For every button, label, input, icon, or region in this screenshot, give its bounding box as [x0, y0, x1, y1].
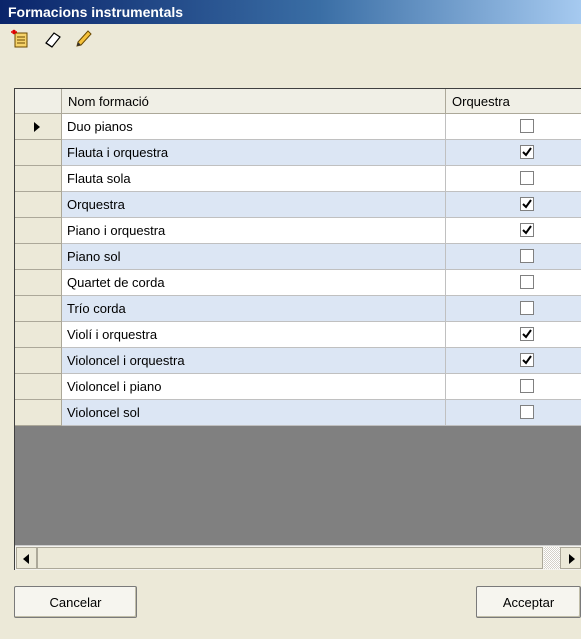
- cell-nom-formacio[interactable]: Quartet de corda: [62, 270, 446, 296]
- table-row[interactable]: Flauta sola: [15, 166, 581, 192]
- scroll-track[interactable]: [544, 547, 560, 569]
- check-icon: [522, 225, 532, 235]
- cell-nom-formacio[interactable]: Piano i orquestra: [62, 218, 446, 244]
- row-selector[interactable]: [15, 218, 62, 244]
- cell-nom-formacio[interactable]: Violoncel i piano: [62, 374, 446, 400]
- table-row[interactable]: Flauta i orquestra: [15, 140, 581, 166]
- window-title: Formacions instrumentals: [0, 0, 581, 24]
- cell-orquestra: [446, 400, 581, 426]
- row-selector[interactable]: [15, 270, 62, 296]
- cancel-button[interactable]: Cancelar: [14, 586, 137, 618]
- data-grid: Nom formació Orquestra Duo pianos Flauta …: [14, 88, 581, 570]
- row-selector[interactable]: [15, 140, 62, 166]
- cell-orquestra: [446, 348, 581, 374]
- scroll-thumb[interactable]: [37, 547, 543, 569]
- cell-nom-formacio[interactable]: Piano sol: [62, 244, 446, 270]
- cell-nom-formacio[interactable]: Violí i orquestra: [62, 322, 446, 348]
- row-selector[interactable]: [15, 114, 62, 140]
- current-row-indicator-icon: [34, 122, 40, 132]
- row-selector[interactable]: [15, 192, 62, 218]
- cell-orquestra: [446, 322, 581, 348]
- row-selector[interactable]: [15, 244, 62, 270]
- table-row[interactable]: Violoncel sol: [15, 400, 581, 426]
- row-selector[interactable]: [15, 166, 62, 192]
- table-row[interactable]: Violí i orquestra: [15, 322, 581, 348]
- orquestra-checkbox[interactable]: [520, 275, 534, 289]
- grid-header: Nom formació Orquestra: [15, 89, 581, 114]
- eraser-icon[interactable]: [42, 28, 64, 50]
- table-row[interactable]: Duo pianos: [15, 114, 581, 140]
- column-header-nom[interactable]: Nom formació: [62, 89, 446, 114]
- orquestra-checkbox[interactable]: [520, 223, 534, 237]
- table-row[interactable]: Violoncel i orquestra: [15, 348, 581, 374]
- scroll-left-button[interactable]: [16, 547, 37, 569]
- cell-orquestra: [446, 140, 581, 166]
- scroll-right-button[interactable]: [560, 547, 581, 569]
- new-record-icon[interactable]: [10, 28, 32, 50]
- table-row[interactable]: Orquestra: [15, 192, 581, 218]
- header-selector: [15, 89, 62, 114]
- cell-nom-formacio[interactable]: Flauta sola: [62, 166, 446, 192]
- check-icon: [522, 329, 532, 339]
- orquestra-checkbox[interactable]: [520, 327, 534, 341]
- cell-orquestra: [446, 114, 581, 140]
- cell-orquestra: [446, 374, 581, 400]
- orquestra-checkbox[interactable]: [520, 249, 534, 263]
- check-icon: [522, 199, 532, 209]
- check-icon: [522, 355, 532, 365]
- table-row[interactable]: Piano i orquestra: [15, 218, 581, 244]
- cell-nom-formacio[interactable]: Duo pianos: [62, 114, 446, 140]
- cell-nom-formacio[interactable]: Trío corda: [62, 296, 446, 322]
- pencil-icon[interactable]: [72, 28, 94, 50]
- orquestra-checkbox[interactable]: [520, 171, 534, 185]
- cell-orquestra: [446, 192, 581, 218]
- column-header-orquestra[interactable]: Orquestra: [446, 89, 581, 114]
- check-icon: [522, 147, 532, 157]
- table-row[interactable]: Piano sol: [15, 244, 581, 270]
- orquestra-checkbox[interactable]: [520, 353, 534, 367]
- orquestra-checkbox[interactable]: [520, 197, 534, 211]
- table-row[interactable]: Quartet de corda: [15, 270, 581, 296]
- accept-button[interactable]: Acceptar: [476, 586, 581, 618]
- arrow-right-icon: [569, 554, 575, 564]
- row-selector[interactable]: [15, 322, 62, 348]
- cell-nom-formacio[interactable]: Flauta i orquestra: [62, 140, 446, 166]
- horizontal-scrollbar[interactable]: [15, 545, 581, 570]
- cell-nom-formacio[interactable]: Orquestra: [62, 192, 446, 218]
- table-row[interactable]: Violoncel i piano: [15, 374, 581, 400]
- cell-orquestra: [446, 218, 581, 244]
- cell-orquestra: [446, 296, 581, 322]
- row-selector[interactable]: [15, 374, 62, 400]
- orquestra-checkbox[interactable]: [520, 119, 534, 133]
- cell-orquestra: [446, 166, 581, 192]
- cell-orquestra: [446, 244, 581, 270]
- orquestra-checkbox[interactable]: [520, 145, 534, 159]
- orquestra-checkbox[interactable]: [520, 405, 534, 419]
- row-selector[interactable]: [15, 296, 62, 322]
- cell-nom-formacio[interactable]: Violoncel i orquestra: [62, 348, 446, 374]
- arrow-left-icon: [23, 554, 29, 564]
- row-selector[interactable]: [15, 400, 62, 426]
- orquestra-checkbox[interactable]: [520, 301, 534, 315]
- cell-nom-formacio[interactable]: Violoncel sol: [62, 400, 446, 426]
- orquestra-checkbox[interactable]: [520, 379, 534, 393]
- row-selector[interactable]: [15, 348, 62, 374]
- cell-orquestra: [446, 270, 581, 296]
- table-row[interactable]: Trío corda: [15, 296, 581, 322]
